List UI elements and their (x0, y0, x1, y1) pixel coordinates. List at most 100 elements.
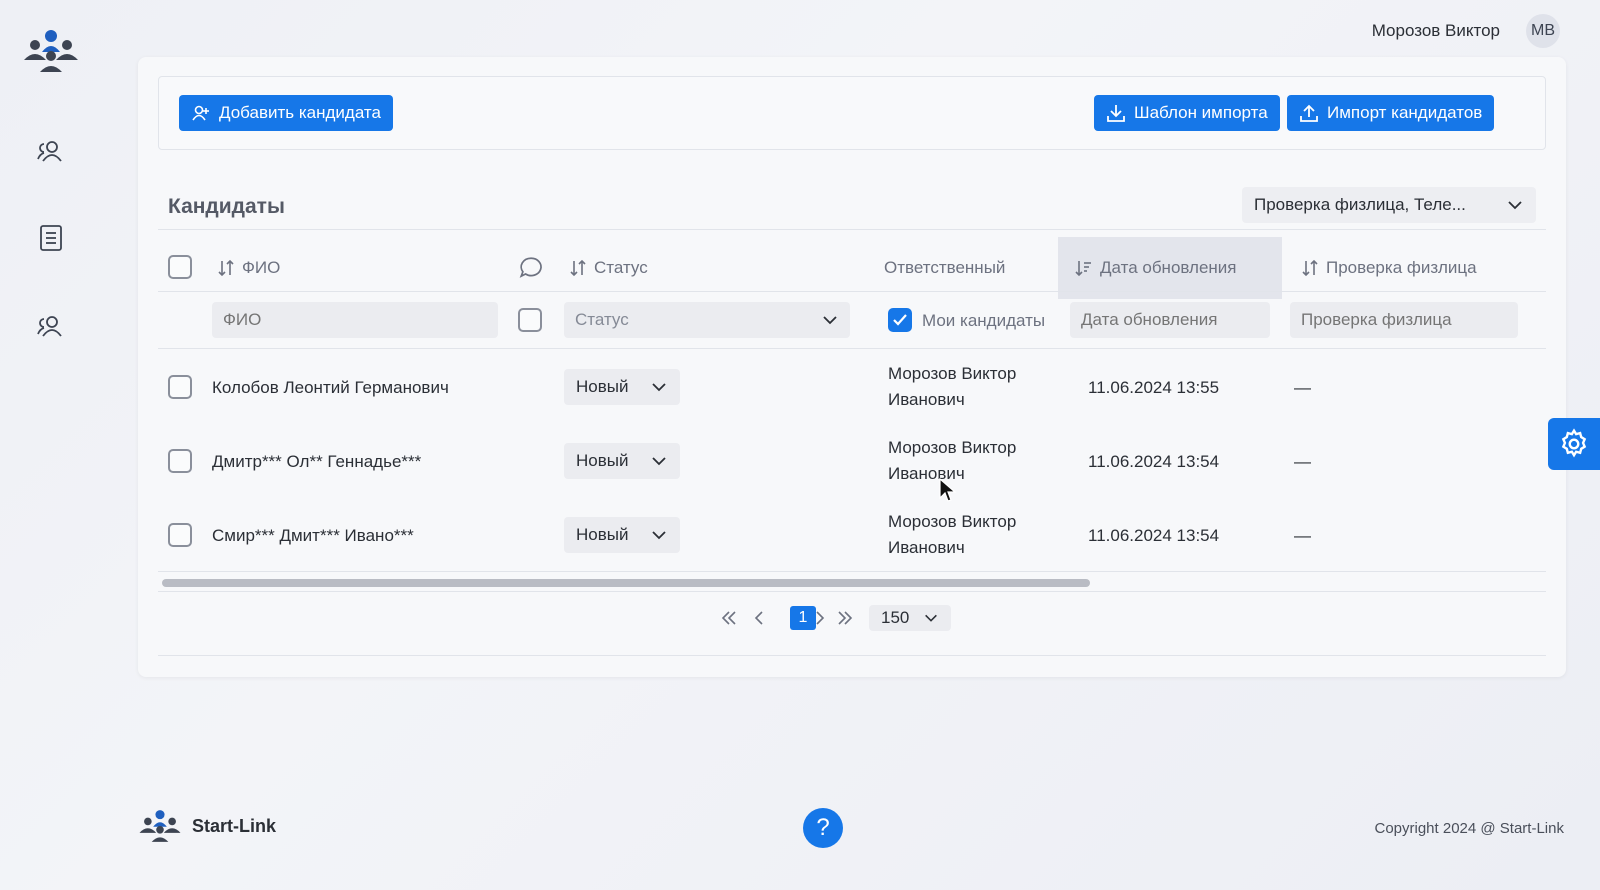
gear-icon (1561, 428, 1587, 458)
select-all-checkbox[interactable] (168, 255, 192, 279)
column-header-check[interactable]: Проверка физлица (1300, 237, 1477, 299)
sort-icon (570, 259, 586, 277)
import-template-button[interactable]: Шаблон импорта (1094, 95, 1280, 131)
name-filter-input[interactable] (212, 302, 498, 338)
divider (158, 655, 1546, 656)
row-checkbox[interactable] (168, 523, 192, 547)
updated-date: 11.06.2024 13:55 (1088, 378, 1220, 397)
users-icon[interactable] (36, 137, 66, 167)
user-name: Морозов Виктор (1371, 21, 1500, 40)
chevron-down-icon (652, 531, 666, 540)
check-icon (893, 314, 907, 326)
column-header-name[interactable]: ФИО (216, 237, 280, 299)
import-candidates-button[interactable]: Импорт кандидатов (1287, 95, 1495, 131)
column-header-comments (518, 237, 544, 299)
check-value: — (1294, 526, 1311, 545)
download-icon (1107, 105, 1125, 122)
status-filter-select[interactable]: Статус (564, 302, 850, 338)
chevron-down-icon (823, 316, 837, 325)
column-header-status[interactable]: Статус (568, 237, 648, 299)
column-status-label: Статус (594, 258, 648, 277)
responsible-name: Морозов Виктор (888, 438, 1017, 457)
users-icon[interactable] (36, 312, 66, 342)
copyright-text: Copyright 2024 @ Start-Link (1374, 820, 1565, 837)
page-title: Кандидаты (168, 195, 285, 218)
sort-desc-icon (1075, 261, 1091, 277)
divider (158, 591, 1546, 592)
divider (158, 348, 1546, 349)
logo-icon (139, 810, 181, 842)
check-value: — (1294, 452, 1311, 471)
last-page-icon[interactable] (836, 609, 854, 627)
question-icon: ? (816, 814, 830, 841)
columns-filter-select[interactable]: Проверка физлица, Теле... (1242, 187, 1536, 223)
page-size-select[interactable]: 150 (869, 605, 951, 631)
help-button[interactable]: ? (803, 808, 843, 848)
divider (158, 291, 1546, 292)
candidate-name[interactable]: Смир*** Дмит*** Ивано*** (212, 526, 414, 546)
mouse-cursor-icon (939, 478, 957, 502)
footer-brand[interactable]: Start-Link (138, 808, 276, 844)
row-checkbox[interactable] (168, 375, 192, 399)
user-menu[interactable]: Морозов Виктор МВ (1372, 14, 1560, 48)
status-value: Новый (576, 377, 629, 396)
columns-filter-value: Проверка физлица, Теле... (1254, 195, 1466, 214)
responsible-patronymic: Иванович (888, 390, 965, 409)
scrollbar-thumb[interactable] (162, 579, 1090, 587)
sort-icon (218, 259, 234, 277)
my-candidates-label: Мои кандидаты (922, 311, 1046, 330)
column-updated-label: Дата обновления (1100, 258, 1237, 277)
divider (158, 571, 1546, 572)
pagination: 1 150 (138, 605, 1566, 631)
candidates-panel: Добавить кандидата Шаблон импорта Импорт… (138, 57, 1566, 677)
divider (158, 229, 1546, 230)
status-value: Новый (576, 525, 629, 544)
add-candidate-label: Добавить кандидата (219, 103, 381, 122)
status-select[interactable]: Новый (564, 517, 680, 553)
horizontal-scrollbar[interactable] (158, 577, 1546, 587)
next-page-icon[interactable] (810, 609, 828, 627)
candidate-name[interactable]: Дмитр*** Ол** Геннадье*** (212, 452, 421, 472)
import-candidates-label: Импорт кандидатов (1327, 103, 1483, 122)
chevron-down-icon (652, 383, 666, 392)
column-header-updated[interactable]: Дата обновления (1058, 237, 1282, 299)
page-size-value: 150 (881, 608, 910, 627)
comment-icon (519, 257, 542, 278)
my-candidates-checkbox[interactable] (888, 308, 912, 332)
responsible-cell: Морозов Виктор Иванович (888, 509, 1016, 561)
responsible-cell: Морозов Виктор Иванович (888, 361, 1016, 413)
column-check-label: Проверка физлица (1326, 258, 1477, 277)
candidate-name[interactable]: Колобов Леонтий Германович (212, 378, 449, 398)
sidebar (0, 0, 100, 890)
updated-date: 11.06.2024 13:54 (1088, 452, 1220, 471)
column-responsible-label: Ответственный (884, 258, 1006, 277)
document-icon[interactable] (36, 223, 66, 253)
responsible-patronymic: Иванович (888, 538, 965, 557)
settings-button[interactable] (1548, 418, 1600, 470)
comments-filter-checkbox[interactable] (518, 308, 542, 332)
status-filter-placeholder: Статус (575, 310, 629, 329)
toolbar: Добавить кандидата Шаблон импорта Импорт… (158, 76, 1546, 150)
footer-brand-name: Start-Link (192, 815, 277, 836)
check-value: — (1294, 378, 1311, 397)
responsible-name: Морозов Виктор (888, 364, 1017, 383)
import-template-label: Шаблон импорта (1134, 103, 1268, 122)
responsible-name: Морозов Виктор (888, 512, 1017, 531)
chevron-down-icon (925, 614, 937, 622)
check-filter-input[interactable] (1290, 302, 1518, 338)
updated-filter-input[interactable] (1070, 302, 1270, 338)
first-page-icon[interactable] (720, 609, 738, 627)
status-select[interactable]: Новый (564, 443, 680, 479)
add-user-icon (192, 105, 209, 121)
sort-icon (1302, 259, 1318, 277)
column-name-label: ФИО (242, 258, 281, 277)
updated-date: 11.06.2024 13:54 (1088, 526, 1220, 545)
row-checkbox[interactable] (168, 449, 192, 473)
avatar[interactable]: МВ (1526, 14, 1560, 48)
chevron-down-icon (652, 457, 666, 466)
status-select[interactable]: Новый (564, 369, 680, 405)
add-candidate-button[interactable]: Добавить кандидата (179, 95, 393, 131)
prev-page-icon[interactable] (751, 609, 769, 627)
status-value: Новый (576, 451, 629, 470)
logo-icon[interactable] (22, 28, 80, 74)
